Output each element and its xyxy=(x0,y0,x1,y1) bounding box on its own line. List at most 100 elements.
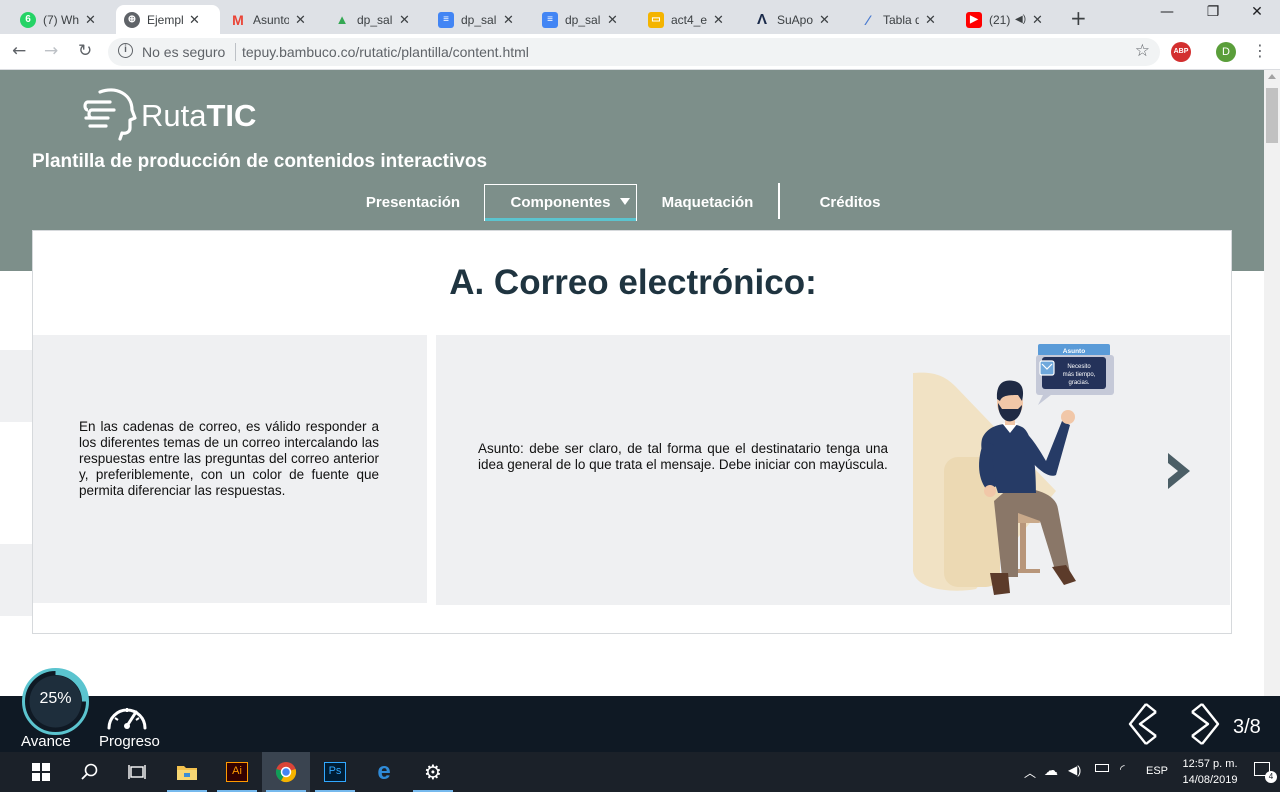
system-clock[interactable]: 12:57 p. m. 14/08/2019 xyxy=(1170,756,1250,788)
volume-icon[interactable]: ◀) xyxy=(1068,763,1081,777)
gmail-icon: M xyxy=(232,11,244,28)
nav-creditos[interactable]: Créditos xyxy=(780,184,920,221)
tab-docs-2[interactable]: ≡ dp_salu ✕ xyxy=(534,5,636,34)
close-icon[interactable]: ✕ xyxy=(607,12,618,28)
close-icon[interactable]: ✕ xyxy=(1032,12,1043,28)
start-icon[interactable] xyxy=(17,752,65,792)
chrome-icon[interactable] xyxy=(262,752,310,792)
minimize-button[interactable]: — xyxy=(1144,4,1190,20)
restore-button[interactable]: ❐ xyxy=(1190,4,1236,20)
onedrive-icon[interactable]: ☁ xyxy=(1044,762,1058,779)
tab-ejemplo[interactable]: ⊕ Ejemplo ✕ xyxy=(116,5,220,34)
tab-youtube[interactable]: ▶ (21) ◀) ✕ xyxy=(958,5,1060,34)
tab-title: dp_salu xyxy=(461,12,497,27)
nav-presentacion[interactable]: Presentación xyxy=(343,184,483,221)
tab-gmail[interactable]: M Asunto: ✕ xyxy=(222,5,324,34)
back-button[interactable]: ← xyxy=(12,41,26,61)
page-scrollbar[interactable] xyxy=(1264,70,1280,696)
close-icon[interactable]: ✕ xyxy=(503,12,514,28)
forward-button[interactable]: → xyxy=(44,41,58,61)
battery-icon[interactable] xyxy=(1095,764,1109,772)
nav-label: Componentes xyxy=(510,194,611,211)
language-indicator[interactable]: ESP xyxy=(1146,765,1168,777)
adblock-icon[interactable]: ABP xyxy=(1171,42,1191,62)
close-window-button[interactable]: ✕ xyxy=(1234,4,1280,20)
suaporte-icon: Λ xyxy=(756,11,767,28)
nav-componentes[interactable]: Componentes xyxy=(484,184,637,221)
tab-drive[interactable]: ▲ dp_salu ✕ xyxy=(326,5,428,34)
side-decoration xyxy=(0,350,32,422)
brand-light: Ruta xyxy=(141,98,207,133)
scroll-thumb[interactable] xyxy=(1266,88,1278,143)
side-decoration xyxy=(0,544,32,616)
chevron-right-icon[interactable] xyxy=(1162,447,1198,495)
scroll-up-icon[interactable] xyxy=(1268,74,1276,79)
notification-icon[interactable]: 4 xyxy=(1254,762,1277,783)
close-icon[interactable]: ✕ xyxy=(189,12,200,28)
tab-docs-1[interactable]: ≡ dp_salu ✕ xyxy=(430,5,532,34)
tab-title: dp_salu xyxy=(565,12,601,27)
info-panel-left: En las cadenas de correo, es válido resp… xyxy=(33,335,427,603)
photoshop-icon[interactable]: Ps xyxy=(311,752,359,792)
close-icon[interactable]: ✕ xyxy=(85,12,96,28)
tab-title: Tabla d xyxy=(883,12,919,27)
clock-time: 12:57 p. m. xyxy=(1182,758,1238,770)
browser-tab-strip: 6 (7) Wha ✕ ⊕ Ejemplo ✕ M Asunto: ✕ ▲ dp… xyxy=(0,0,1280,34)
man-with-email-illustration: Asunto Necesito más tiempo, gracias. xyxy=(913,344,1114,595)
tab-slides[interactable]: ▭ act4_ed ✕ xyxy=(640,5,742,34)
tab-title: (7) Wha xyxy=(43,12,79,27)
google-slides-icon: ▭ xyxy=(648,11,664,28)
chevron-up-icon[interactable]: ︿ xyxy=(1024,764,1036,781)
google-docs-icon: ≡ xyxy=(438,11,454,28)
clock-date: 14/08/2019 xyxy=(1182,774,1238,786)
bookmark-star-icon[interactable]: ☆ xyxy=(1135,41,1150,61)
tab-title: Ejemplo xyxy=(147,12,183,27)
brand-name: RutaTIC xyxy=(141,98,256,134)
previous-page-button[interactable] xyxy=(1126,702,1160,746)
next-page-button[interactable] xyxy=(1188,702,1222,746)
progreso-label[interactable]: Progreso xyxy=(99,733,160,750)
page-counter: 3/8 xyxy=(1233,716,1261,738)
tab-tabla[interactable]: ⁄ Tabla d ✕ xyxy=(852,5,954,34)
avance-label: Avance xyxy=(21,733,71,750)
edge-icon[interactable]: e xyxy=(360,752,408,792)
address-bar[interactable]: i No es seguro tepuy.bambuco.co/rutatic/… xyxy=(108,38,1160,66)
close-icon[interactable]: ✕ xyxy=(295,12,306,28)
settings-icon[interactable]: ⚙ xyxy=(409,752,457,792)
panel-right-text: Asunto: debe ser claro, de tal forma que… xyxy=(478,441,888,472)
section-title: A. Correo electrónico: xyxy=(449,263,817,302)
tab-title: act4_ed xyxy=(671,12,707,27)
wifi-icon[interactable]: ◜ xyxy=(1120,762,1125,776)
content-card: A. Correo electrónico: En las cadenas de… xyxy=(32,230,1232,634)
speaker-icon[interactable]: ◀) xyxy=(1015,14,1026,25)
close-icon[interactable]: ✕ xyxy=(713,12,724,28)
course-progress-bar xyxy=(0,696,1280,752)
chart-icon: ⁄ xyxy=(866,11,870,28)
url-text[interactable]: tepuy.bambuco.co/rutatic/plantilla/conte… xyxy=(242,44,529,60)
reload-button[interactable]: ↻ xyxy=(78,41,92,61)
file-explorer-icon[interactable] xyxy=(163,752,211,792)
task-view-icon[interactable] xyxy=(113,752,161,792)
tab-suaporte[interactable]: Λ SuApor ✕ xyxy=(746,5,848,34)
google-docs-icon: ≡ xyxy=(542,11,558,28)
close-icon[interactable]: ✕ xyxy=(925,12,936,28)
browser-menu-icon[interactable]: ⋮ xyxy=(1252,41,1268,60)
progress-percent: 25% xyxy=(39,690,72,707)
brand-bold: TIC xyxy=(206,98,257,133)
nav-maquetacion[interactable]: Maquetación xyxy=(638,184,777,221)
search-icon[interactable] xyxy=(66,752,114,792)
whatsapp-icon: 6 xyxy=(20,11,36,28)
tab-title: Asunto: xyxy=(253,12,289,27)
close-icon[interactable]: ✕ xyxy=(399,12,410,28)
speedometer-icon[interactable] xyxy=(103,698,151,734)
info-icon[interactable]: i xyxy=(118,43,133,58)
panel-left-text: En las cadenas de correo, es válido resp… xyxy=(79,419,379,498)
site-subtitle: Plantilla de producción de contenidos in… xyxy=(32,151,488,172)
profile-avatar[interactable]: D xyxy=(1216,42,1236,62)
divider xyxy=(235,43,236,61)
close-icon[interactable]: ✕ xyxy=(819,12,830,28)
main-nav: Presentación Componentes Maquetación Cré… xyxy=(0,183,1264,223)
illustrator-icon[interactable]: Ai xyxy=(213,752,261,792)
new-tab-button[interactable]: + xyxy=(1070,6,1087,30)
tab-whatsapp[interactable]: 6 (7) Wha ✕ xyxy=(12,5,114,34)
